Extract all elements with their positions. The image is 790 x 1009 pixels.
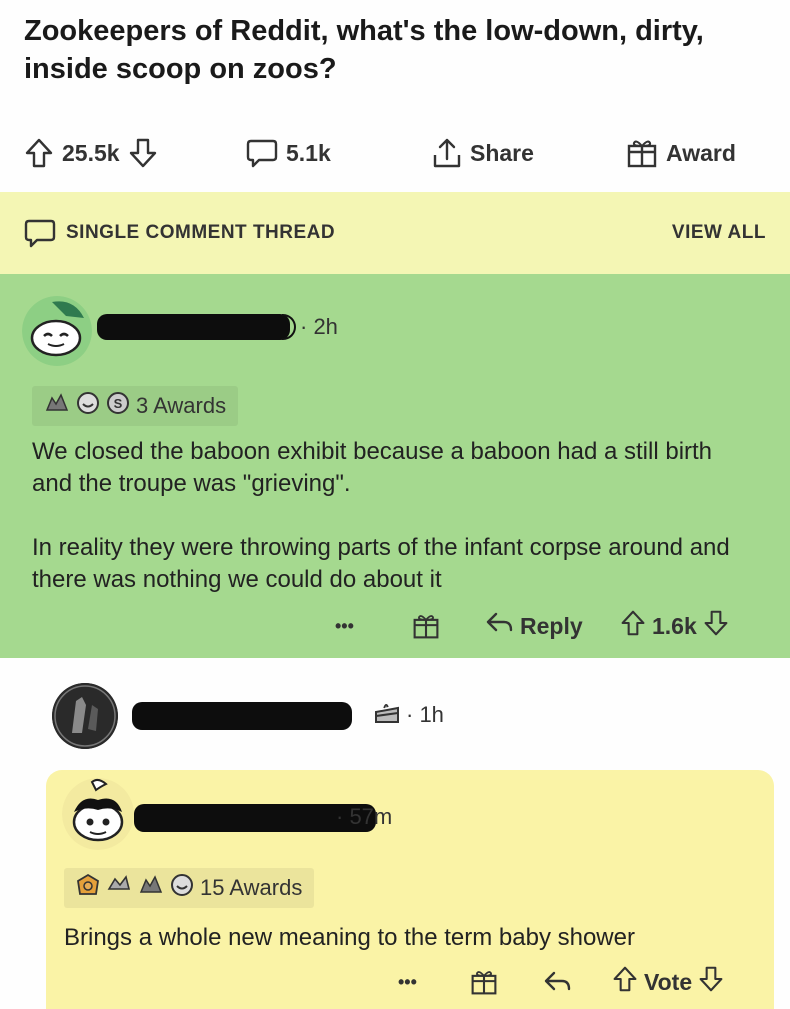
comment-count: 5.1k — [286, 139, 331, 166]
comment-paragraph: We closed the baboon exhibit because a b… — [32, 438, 713, 497]
gold-award-icon — [76, 873, 100, 903]
more-options-button[interactable]: ••• — [335, 606, 354, 646]
share-label: Share — [470, 139, 534, 166]
thread-label: SINGLE COMMENT THREAD — [66, 222, 336, 243]
post-vote-group: 25.5k — [24, 130, 158, 176]
awards-count: 3 Awards — [136, 393, 227, 418]
award-label: Award — [666, 139, 736, 166]
highlighted-comment: · 2h S 3 Awards We closed the baboon exh… — [0, 274, 790, 658]
reply-icon — [484, 610, 514, 642]
comment-timestamp: · 2h — [300, 314, 338, 339]
comment-vote-group: Vote — [612, 962, 724, 1002]
share-icon — [432, 137, 462, 169]
comment-vote-group: 1.6k — [620, 606, 729, 646]
gift-icon — [626, 137, 658, 169]
downvote-icon[interactable] — [698, 965, 724, 999]
helpful-award-icon — [106, 873, 132, 903]
upvote-icon[interactable] — [24, 137, 54, 169]
avatar[interactable] — [22, 296, 92, 366]
wholesome-award-icon — [170, 873, 194, 903]
awards-badge[interactable]: 15 Awards — [64, 868, 315, 908]
comment-footer: ••• Reply 1.6k — [0, 606, 790, 646]
comment-timestamp: · 1h — [406, 702, 444, 727]
view-all-link[interactable]: VIEW ALL — [672, 222, 766, 244]
reply-comment: · 57m 15 Awards Brings a whole new meani… — [46, 770, 774, 1009]
award-button[interactable]: Award — [626, 130, 736, 176]
downvote-icon[interactable] — [128, 137, 158, 169]
comment-paragraph: In reality they were throwing parts of t… — [32, 534, 730, 593]
downvote-icon[interactable] — [703, 609, 729, 643]
svg-text:S: S — [114, 396, 123, 411]
redacted-username — [132, 702, 352, 730]
post-actions: 25.5k 5.1k Share Award — [0, 130, 790, 176]
coin-award-icon: S — [106, 391, 130, 421]
post-title[interactable]: Zookeepers of Reddit, what's the low-dow… — [24, 12, 744, 88]
reply-label: Reply — [520, 612, 583, 639]
post-vote-count: 25.5k — [62, 139, 120, 166]
upvote-icon[interactable] — [620, 609, 646, 643]
single-comment-thread-bar: SINGLE COMMENT THREAD VIEW ALL — [0, 192, 790, 274]
silver-award-icon — [138, 874, 164, 902]
comment-bubble-icon — [24, 218, 56, 248]
share-button[interactable]: Share — [432, 130, 534, 176]
comments-button[interactable]: 5.1k — [246, 130, 331, 176]
username-tail — [282, 314, 296, 340]
awards-count: 15 Awards — [200, 875, 303, 900]
comment-score: 1.6k — [652, 612, 697, 639]
comment-bubble-icon — [246, 138, 278, 168]
wholesome-award-icon — [76, 391, 100, 421]
silver-award-icon — [44, 392, 70, 420]
gift-icon[interactable] — [470, 962, 498, 1002]
gift-icon[interactable] — [412, 606, 440, 646]
cake-icon — [372, 700, 402, 731]
vote-label: Vote — [644, 968, 693, 995]
more-options-button[interactable]: ••• — [398, 962, 417, 1002]
comment-text: Brings a whole new meaning to the term b… — [64, 924, 635, 951]
reply-button[interactable]: Reply — [484, 606, 583, 646]
avatar[interactable] — [62, 778, 134, 850]
comment-timestamp: · 57m — [336, 804, 393, 829]
comment-footer: ••• Vote — [46, 962, 774, 1002]
avatar[interactable] — [52, 683, 118, 749]
upvote-icon[interactable] — [612, 965, 638, 999]
awards-badge[interactable]: S 3 Awards — [32, 386, 239, 426]
redacted-username — [97, 314, 290, 340]
reply-icon[interactable] — [542, 962, 572, 1002]
